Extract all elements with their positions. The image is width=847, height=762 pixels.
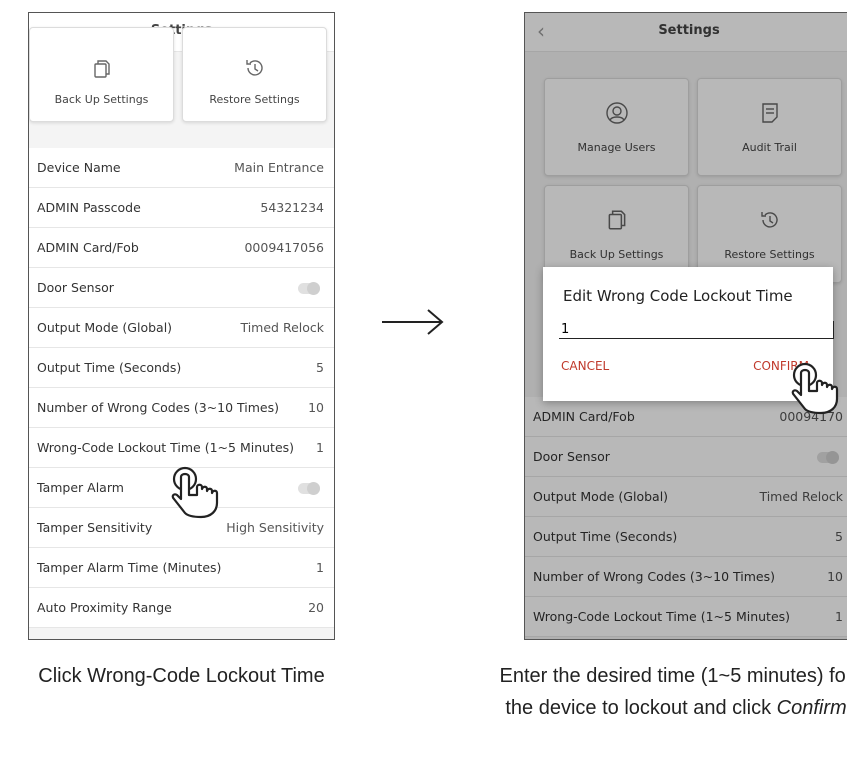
- row-value: Main Entrance: [234, 160, 324, 175]
- row-label: Device Name: [37, 160, 121, 175]
- row-door-sensor: Door Sensor: [29, 268, 334, 308]
- left-phone-screen: ‹ Settings Back Up Settings Restore Sett…: [28, 12, 335, 640]
- right-caption-emphasis: Confirm: [776, 697, 847, 719]
- row-value: 10: [308, 400, 324, 415]
- lockout-time-input[interactable]: [559, 321, 834, 339]
- backup-settings-tile[interactable]: Back Up Settings: [29, 27, 174, 122]
- row-lockout-time[interactable]: Wrong-Code Lockout Time (1~5 Minutes) 1: [29, 428, 334, 468]
- row-admin-passcode[interactable]: ADMIN Passcode 54321234: [29, 188, 334, 228]
- right-caption: Enter the desired time (1~5 minutes) for…: [496, 660, 847, 724]
- row-value: High Sensitivity: [226, 520, 324, 535]
- row-admin-card[interactable]: ADMIN Card/Fob 0009417056: [29, 228, 334, 268]
- row-label: Tamper Alarm Time (Minutes): [37, 560, 222, 575]
- row-wrong-codes[interactable]: Number of Wrong Codes (3~10 Times) 10: [29, 388, 334, 428]
- restore-settings-tile[interactable]: Restore Settings: [182, 27, 327, 122]
- right-phone-screen: ‹ Settings Manage Users Audit Trail Back…: [524, 12, 847, 640]
- restore-icon: [183, 56, 326, 80]
- pointing-hand-icon: [167, 465, 225, 525]
- row-value: 20: [308, 600, 324, 615]
- row-tamper-alarm-time[interactable]: Tamper Alarm Time (Minutes) 1: [29, 548, 334, 588]
- row-label: Door Sensor: [37, 280, 114, 295]
- row-value: 5: [316, 360, 324, 375]
- tile-label: Restore Settings: [209, 93, 300, 106]
- row-value: 1: [316, 560, 324, 575]
- row-value: 0009417056: [244, 240, 324, 255]
- row-label: Tamper Alarm: [37, 480, 124, 495]
- row-value: 54321234: [260, 200, 324, 215]
- tamper-alarm-toggle[interactable]: [298, 482, 320, 495]
- row-label: Auto Proximity Range: [37, 600, 172, 615]
- row-device-name[interactable]: Device Name Main Entrance: [29, 148, 334, 188]
- row-value: Timed Relock: [240, 320, 324, 335]
- row-output-time[interactable]: Output Time (Seconds) 5: [29, 348, 334, 388]
- right-arrow-icon: [380, 308, 446, 340]
- pointing-hand-icon: [787, 361, 845, 421]
- row-label: Output Mode (Global): [37, 320, 173, 335]
- row-output-mode[interactable]: Output Mode (Global) Timed Relock: [29, 308, 334, 348]
- door-sensor-toggle[interactable]: [298, 282, 320, 295]
- row-label: ADMIN Card/Fob: [37, 240, 139, 255]
- row-label: ADMIN Passcode: [37, 200, 141, 215]
- backup-icon: [30, 58, 173, 80]
- row-label: Tamper Sensitivity: [37, 520, 153, 535]
- row-value: 1: [316, 440, 324, 455]
- row-label: Wrong-Code Lockout Time (1~5 Minutes): [37, 440, 295, 455]
- row-auto-proximity[interactable]: Auto Proximity Range 20: [29, 588, 334, 628]
- left-caption: Click Wrong-Code Lockout Time: [38, 665, 325, 687]
- row-label: Output Time (Seconds): [37, 360, 182, 375]
- cancel-button[interactable]: CANCEL: [561, 359, 609, 373]
- dialog-title: Edit Wrong Code Lockout Time: [563, 287, 793, 305]
- tile-label: Back Up Settings: [54, 93, 149, 106]
- row-label: Number of Wrong Codes (3~10 Times): [37, 400, 279, 415]
